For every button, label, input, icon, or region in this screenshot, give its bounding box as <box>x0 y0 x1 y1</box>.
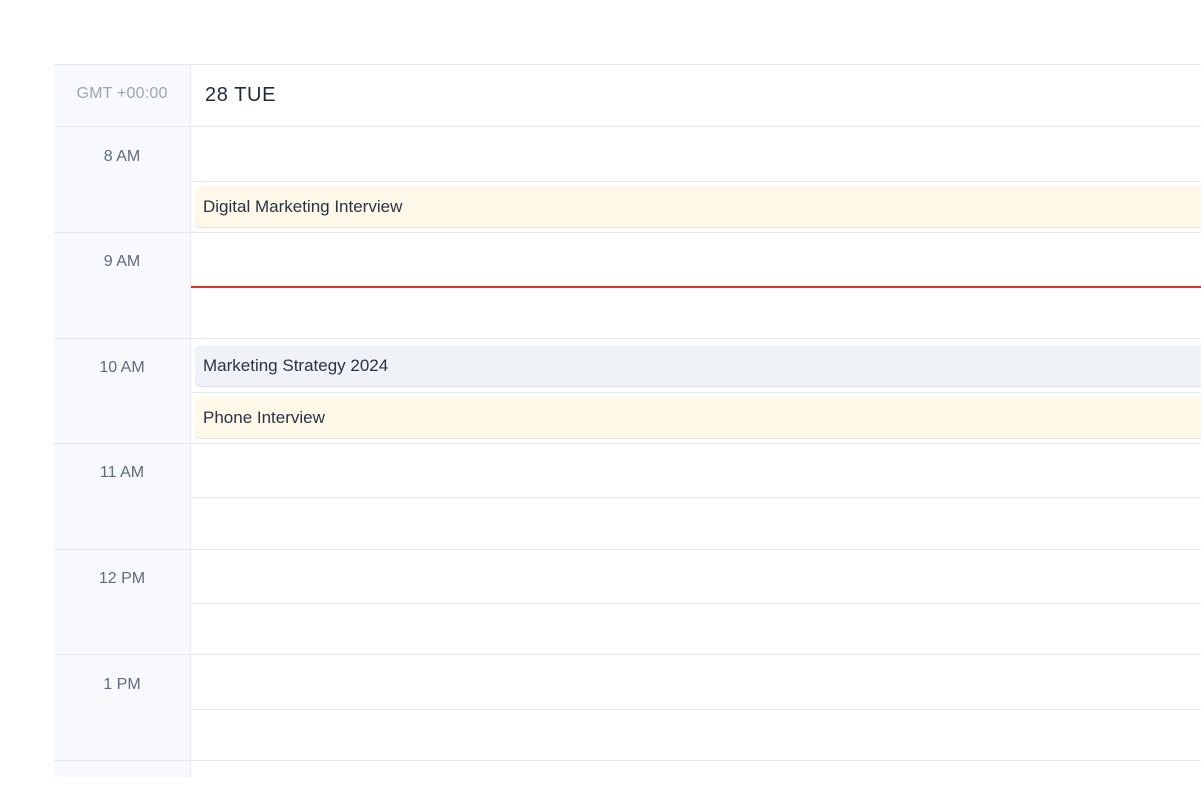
hour-divider <box>54 338 1201 339</box>
day-header[interactable]: 28 TUE <box>191 65 1201 126</box>
hour-divider <box>54 443 1201 444</box>
timezone-label: GMT +00:00 <box>76 85 168 102</box>
current-time-indicator <box>191 286 1201 288</box>
half-hour-divider <box>191 392 1201 393</box>
half-hour-divider <box>191 709 1201 710</box>
day-calendar-view: GMT +00:00 8 AM 9 AM 10 AM 11 AM 12 PM 1… <box>54 64 1201 777</box>
day-column[interactable]: 28 TUE Digital Marketing Interview Marke… <box>54 65 1201 777</box>
hour-divider <box>54 760 1201 761</box>
event-phone-interview[interactable]: Phone Interview <box>195 397 1201 438</box>
half-hour-divider <box>191 181 1201 182</box>
hour-divider <box>54 126 1201 127</box>
day-header-label: 28 TUE <box>205 84 277 106</box>
hour-divider <box>54 549 1201 550</box>
hour-label-1pm: 1 PM <box>103 676 141 693</box>
event-marketing-strategy-2024[interactable]: Marketing Strategy 2024 <box>195 345 1201 386</box>
hour-label-11am: 11 AM <box>99 464 145 481</box>
event-digital-marketing-interview[interactable]: Digital Marketing Interview <box>195 186 1201 227</box>
half-hour-divider <box>191 603 1201 604</box>
half-hour-divider <box>191 497 1201 498</box>
hour-label-10am: 10 AM <box>99 359 145 376</box>
hour-divider <box>54 232 1201 233</box>
hour-divider <box>54 654 1201 655</box>
hour-label-8am: 8 AM <box>103 148 141 165</box>
time-gutter: GMT +00:00 8 AM 9 AM 10 AM 11 AM 12 PM 1… <box>54 65 191 777</box>
hour-label-12pm: 12 PM <box>98 570 146 587</box>
hour-label-9am: 9 AM <box>103 253 141 270</box>
